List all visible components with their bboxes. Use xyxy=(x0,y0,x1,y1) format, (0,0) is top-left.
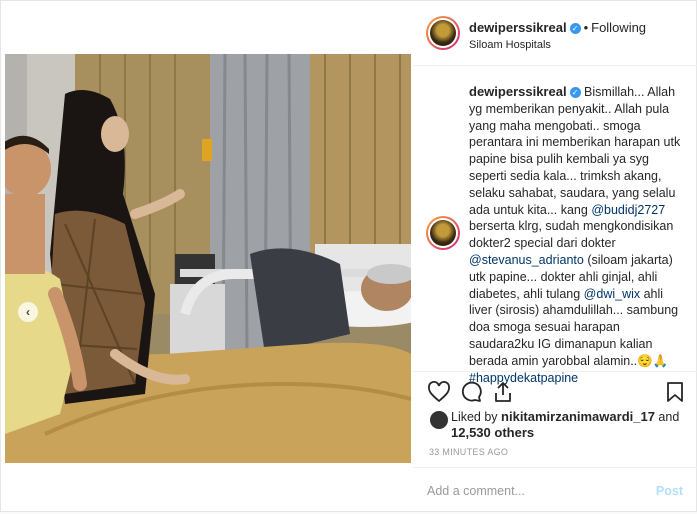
like-heart-icon[interactable] xyxy=(427,380,451,404)
carousel-prev-button[interactable]: ‹ xyxy=(18,302,38,322)
liker-avatar[interactable] xyxy=(430,411,448,429)
author-line: dewiperssikreal ✓ • Following xyxy=(469,20,646,35)
verified-badge-icon: ✓ xyxy=(569,23,581,35)
post-timestamp[interactable]: 33 MINUTES AGO xyxy=(429,447,508,457)
verified-badge-icon: ✓ xyxy=(569,87,581,99)
mention-link[interactable]: @budidj2727 xyxy=(591,203,665,217)
caption-username[interactable]: dewiperssikreal xyxy=(469,84,567,99)
comment-bar: Add a comment... Post xyxy=(413,467,697,514)
author-avatar[interactable] xyxy=(426,16,460,50)
post-comment-button[interactable]: Post xyxy=(656,484,683,498)
likes-middle: and xyxy=(654,410,680,424)
likes-text: Liked by nikitamirzanimawardi_17 and 12,… xyxy=(451,409,681,441)
post-caption: dewiperssikreal ✓ Bismillah... Allah yg m… xyxy=(469,84,684,386)
mention-link[interactable]: @stevanus_adrianto xyxy=(469,253,584,267)
chevron-left-icon: ‹ xyxy=(26,305,30,319)
likes-summary: Liked by nikitamirzanimawardi_17 and 12,… xyxy=(413,405,697,445)
post-photo[interactable]: ‹ xyxy=(5,54,411,463)
instagram-post: ‹ dewiperssikreal ✓ • Following Siloam Hosp… xyxy=(0,0,697,512)
caption-text: Bismillah... Allah yg memberikan penyaki… xyxy=(469,85,681,217)
hospital-room-photo xyxy=(5,54,411,463)
likes-prefix: Liked by xyxy=(451,410,502,424)
post-side-panel: dewiperssikreal ✓ • Following Siloam Hospit… xyxy=(413,1,697,513)
following-button[interactable]: Following xyxy=(591,20,646,35)
caption-author-avatar[interactable] xyxy=(426,216,460,250)
separator-dot: • xyxy=(583,20,589,35)
liker-username[interactable]: nikitamirzanimawardi_17 xyxy=(501,409,655,424)
comment-bubble-icon[interactable] xyxy=(459,380,483,404)
share-upload-icon[interactable] xyxy=(491,380,515,404)
bookmark-save-icon[interactable] xyxy=(663,380,687,404)
comments-section: dewiperssikreal ✓ Bismillah... Allah yg m… xyxy=(413,66,697,385)
post-location[interactable]: Siloam Hospitals xyxy=(469,39,551,51)
post-header: dewiperssikreal ✓ • Following Siloam Hospit… xyxy=(413,1,697,66)
author-username[interactable]: dewiperssikreal xyxy=(469,20,567,35)
mention-link[interactable]: @dwi_wix xyxy=(584,287,640,301)
likes-count-link[interactable]: 12,530 others xyxy=(451,425,534,440)
caption-text: berserta klrg, sudah mengkondisikan dokt… xyxy=(469,219,674,251)
comment-input[interactable]: Add a comment... xyxy=(427,484,525,498)
caption-emoji: 😌🙏 xyxy=(637,353,669,368)
